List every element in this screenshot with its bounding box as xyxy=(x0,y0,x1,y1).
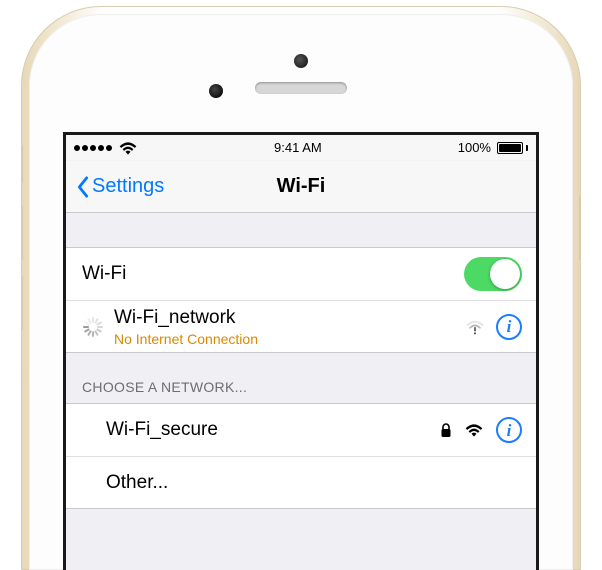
volume-down-button xyxy=(21,276,23,330)
chevron-left-icon xyxy=(76,176,90,198)
back-label: Settings xyxy=(92,175,164,198)
front-camera xyxy=(294,54,308,68)
other-network-row[interactable]: Other... xyxy=(66,456,536,508)
back-button[interactable]: Settings xyxy=(76,175,164,198)
wifi-warning-icon xyxy=(466,318,484,336)
cell-signal-icon xyxy=(74,145,112,151)
wifi-main-section: Wi-Fi xyxy=(66,247,536,353)
status-time: 9:41 AM xyxy=(274,140,322,155)
wifi-status-icon xyxy=(118,140,138,156)
power-button xyxy=(579,196,581,260)
battery-percent: 100% xyxy=(458,140,491,155)
mute-switch xyxy=(21,146,23,182)
screen: 9:41 AM 100% Settings Wi-Fi xyxy=(63,132,539,570)
network-info-button[interactable]: i xyxy=(496,417,522,443)
phone-bezel: 9:41 AM 100% Settings Wi-Fi xyxy=(29,14,573,570)
phone-frame: 9:41 AM 100% Settings Wi-Fi xyxy=(21,6,581,570)
nav-bar: Settings Wi-Fi xyxy=(66,161,536,213)
battery-icon xyxy=(497,142,528,154)
networks-section: Wi-Fi_secure i Other... xyxy=(66,403,536,509)
choose-network-header: CHOOSE A NETWORK... xyxy=(66,353,536,403)
wifi-toggle[interactable] xyxy=(464,257,522,291)
wifi-toggle-row: Wi-Fi xyxy=(66,248,536,300)
spinner-icon xyxy=(82,317,102,337)
current-network-name: Wi-Fi_network xyxy=(114,307,258,329)
section-gap xyxy=(66,213,536,247)
current-network-row[interactable]: Wi-Fi_network No Internet Connection i xyxy=(66,300,536,352)
status-bar: 9:41 AM 100% xyxy=(66,135,536,161)
network-name: Wi-Fi_secure xyxy=(106,419,218,441)
wifi-toggle-label: Wi-Fi xyxy=(82,263,126,285)
network-row[interactable]: Wi-Fi_secure i xyxy=(66,404,536,456)
wifi-signal-icon xyxy=(464,422,484,438)
lock-icon xyxy=(440,422,452,438)
current-network-info-button[interactable]: i xyxy=(496,314,522,340)
earpiece-speaker xyxy=(255,82,347,94)
current-network-status: No Internet Connection xyxy=(114,331,258,347)
other-label: Other... xyxy=(106,472,168,494)
volume-up-button xyxy=(21,206,23,260)
proximity-sensor xyxy=(209,84,223,98)
